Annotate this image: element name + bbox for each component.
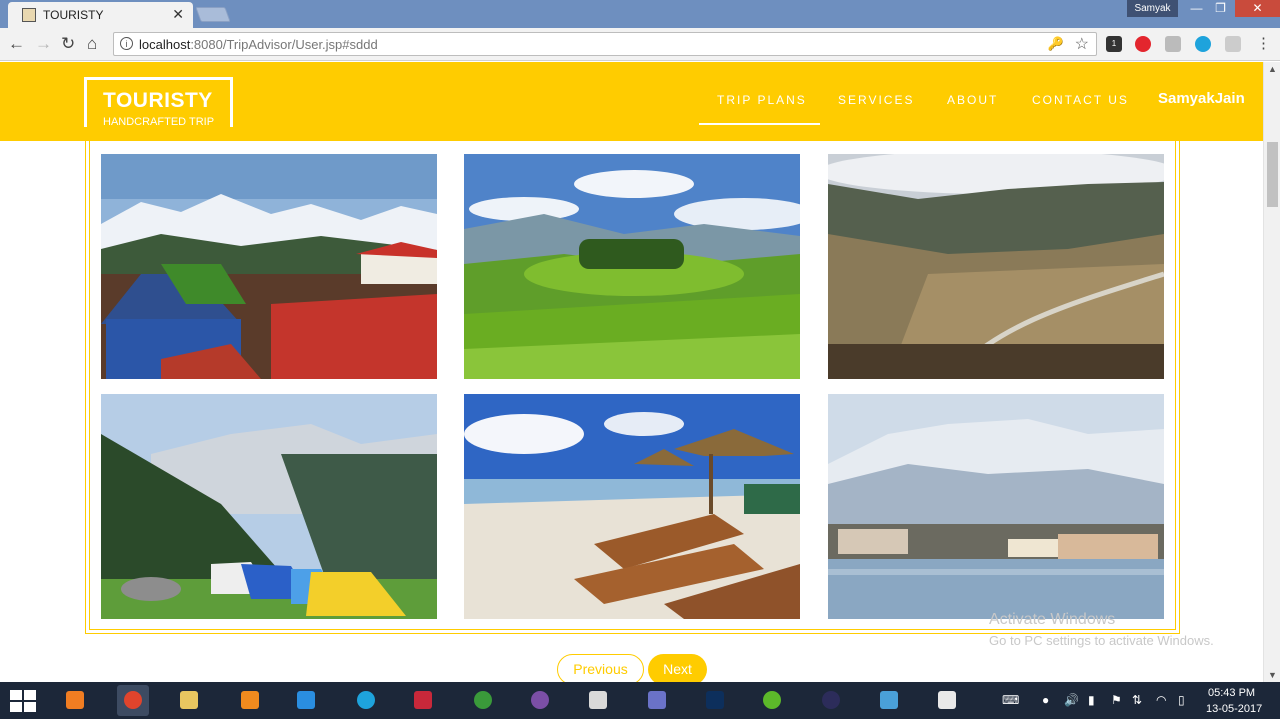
scrollbar-thumb[interactable] xyxy=(1267,142,1278,207)
clock-time[interactable]: 05:43 PM xyxy=(1208,687,1255,699)
photos-app[interactable] xyxy=(873,685,905,716)
bookmark-star-icon[interactable]: ☆ xyxy=(1075,34,1089,54)
extension-badge: 1 xyxy=(1111,39,1117,48)
lake-houseboats-photo[interactable] xyxy=(828,394,1164,619)
back-button[interactable]: ← xyxy=(8,34,25,54)
windows-start-icon[interactable] xyxy=(10,690,36,712)
eclipse-app[interactable] xyxy=(815,685,847,716)
vlc-app[interactable] xyxy=(234,685,266,716)
nav-services[interactable]: SERVICES xyxy=(838,93,914,107)
me-app[interactable] xyxy=(699,685,731,716)
previous-button[interactable]: Previous xyxy=(557,654,644,682)
site-logo[interactable]: TOURISTY HANDCRAFTED TRIP xyxy=(84,77,233,128)
opera-icon[interactable] xyxy=(1135,36,1151,52)
profile-button[interactable]: Samyak xyxy=(1127,0,1178,17)
wifi-icon[interactable]: ◠ xyxy=(1156,693,1166,707)
browser-menu-icon[interactable]: ⋮ xyxy=(1256,34,1271,52)
clock-date[interactable]: 13-05-2017 xyxy=(1206,703,1262,715)
files-app[interactable] xyxy=(59,685,91,716)
minimize-button[interactable]: — xyxy=(1183,0,1210,17)
scroll-down-arrow-icon[interactable]: ▼ xyxy=(1268,670,1277,680)
scroll-up-arrow-icon[interactable]: ▲ xyxy=(1268,64,1277,74)
key-icon[interactable]: 🔑 xyxy=(1048,36,1064,52)
network-icon[interactable]: ▮ xyxy=(1088,693,1095,707)
restore-button[interactable]: ❐ xyxy=(1207,0,1234,17)
url-path: :8080/TripAdvisor/User.jsp#sddd xyxy=(190,37,378,52)
address-bar[interactable]: i localhost:8080/TripAdvisor/User.jsp#sd… xyxy=(113,32,1097,56)
avast-icon[interactable]: ● xyxy=(1042,693,1049,707)
next-button[interactable]: Next xyxy=(648,654,707,682)
browser-tab[interactable]: TOURISTY ✕ xyxy=(8,2,193,28)
flag-icon[interactable]: ⚑ xyxy=(1111,693,1122,707)
chrome-app[interactable] xyxy=(117,685,149,716)
dolphin-app[interactable] xyxy=(641,685,673,716)
extension-icon[interactable]: 1 xyxy=(1106,36,1122,52)
pdf-icon[interactable] xyxy=(1225,36,1241,52)
url-host: localhost xyxy=(139,37,191,52)
dreamweaver-app[interactable] xyxy=(756,685,788,716)
activate-windows-title: Activate Windows xyxy=(989,611,1116,628)
valley-town-photo[interactable] xyxy=(828,154,1164,379)
green-arrows-icon[interactable]: ⇅ xyxy=(1132,693,1142,707)
cube-icon[interactable] xyxy=(1165,36,1181,52)
tab-title: TOURISTY xyxy=(43,8,104,22)
keyboard-icon[interactable]: ⌨ xyxy=(1002,693,1019,707)
nav-about[interactable]: ABOUT xyxy=(947,93,998,107)
activate-windows-subtitle: Go to PC settings to activate Windows. xyxy=(989,633,1214,648)
browser-title-bar: TOURISTY ✕ Samyak — ❐ ✕ xyxy=(0,0,1280,28)
logo-subtitle: HANDCRAFTED TRIP xyxy=(103,116,215,128)
logo-title: TOURISTY xyxy=(103,89,213,112)
media-player-app[interactable] xyxy=(290,685,322,716)
forward-button[interactable]: → xyxy=(35,34,52,54)
home-button[interactable]: ⌂ xyxy=(87,34,97,54)
windows-taskbar: ⌨ ● 🔊 ▮ ⚑ ⇅ ◠ ▯ 05:43 PM 13-05-2017 xyxy=(0,682,1280,719)
site-favicon-icon xyxy=(22,8,36,22)
url-text[interactable]: localhost:8080/TripAdvisor/User.jsp#sddd xyxy=(139,37,378,52)
nav-trip-plans[interactable]: TRIP PLANS xyxy=(717,93,807,107)
tab-close-icon[interactable]: ✕ xyxy=(172,6,184,23)
browser-toolbar: ← → ↻ ⌂ i localhost:8080/TripAdvisor/Use… xyxy=(0,28,1280,61)
close-window-button[interactable]: ✕ xyxy=(1235,0,1280,17)
nav-user-name[interactable]: SamyakJain xyxy=(1158,90,1245,107)
explorer-app[interactable] xyxy=(173,685,205,716)
screen-recorder-app[interactable] xyxy=(407,685,439,716)
globe-app[interactable] xyxy=(467,685,499,716)
nav-contact-us[interactable]: CONTACT US xyxy=(1032,93,1129,107)
page-scrollbar[interactable]: ▲ ▼ xyxy=(1263,62,1280,682)
new-tab-button[interactable] xyxy=(195,7,231,22)
tor-app[interactable] xyxy=(524,685,556,716)
active-nav-underline xyxy=(699,123,820,125)
skype-icon[interactable] xyxy=(1195,36,1211,52)
battery-icon[interactable]: ▯ xyxy=(1178,693,1185,707)
page-viewport: TOURISTY HANDCRAFTED TRIP TRIP PLANS SER… xyxy=(0,62,1263,682)
skype-app[interactable] xyxy=(350,685,382,716)
mountain-camp-photo[interactable] xyxy=(101,394,437,619)
reload-button[interactable]: ↻ xyxy=(61,34,75,54)
info-icon[interactable]: i xyxy=(120,37,133,50)
tea-garden-photo[interactable] xyxy=(464,154,800,379)
volume-icon[interactable]: 🔊 xyxy=(1064,693,1079,707)
beach-loungers-photo[interactable] xyxy=(464,394,800,619)
java-app[interactable] xyxy=(931,685,963,716)
notepad-app[interactable] xyxy=(582,685,614,716)
mountain-houses-photo[interactable] xyxy=(101,154,437,379)
site-header: TOURISTY HANDCRAFTED TRIP TRIP PLANS SER… xyxy=(0,62,1263,141)
